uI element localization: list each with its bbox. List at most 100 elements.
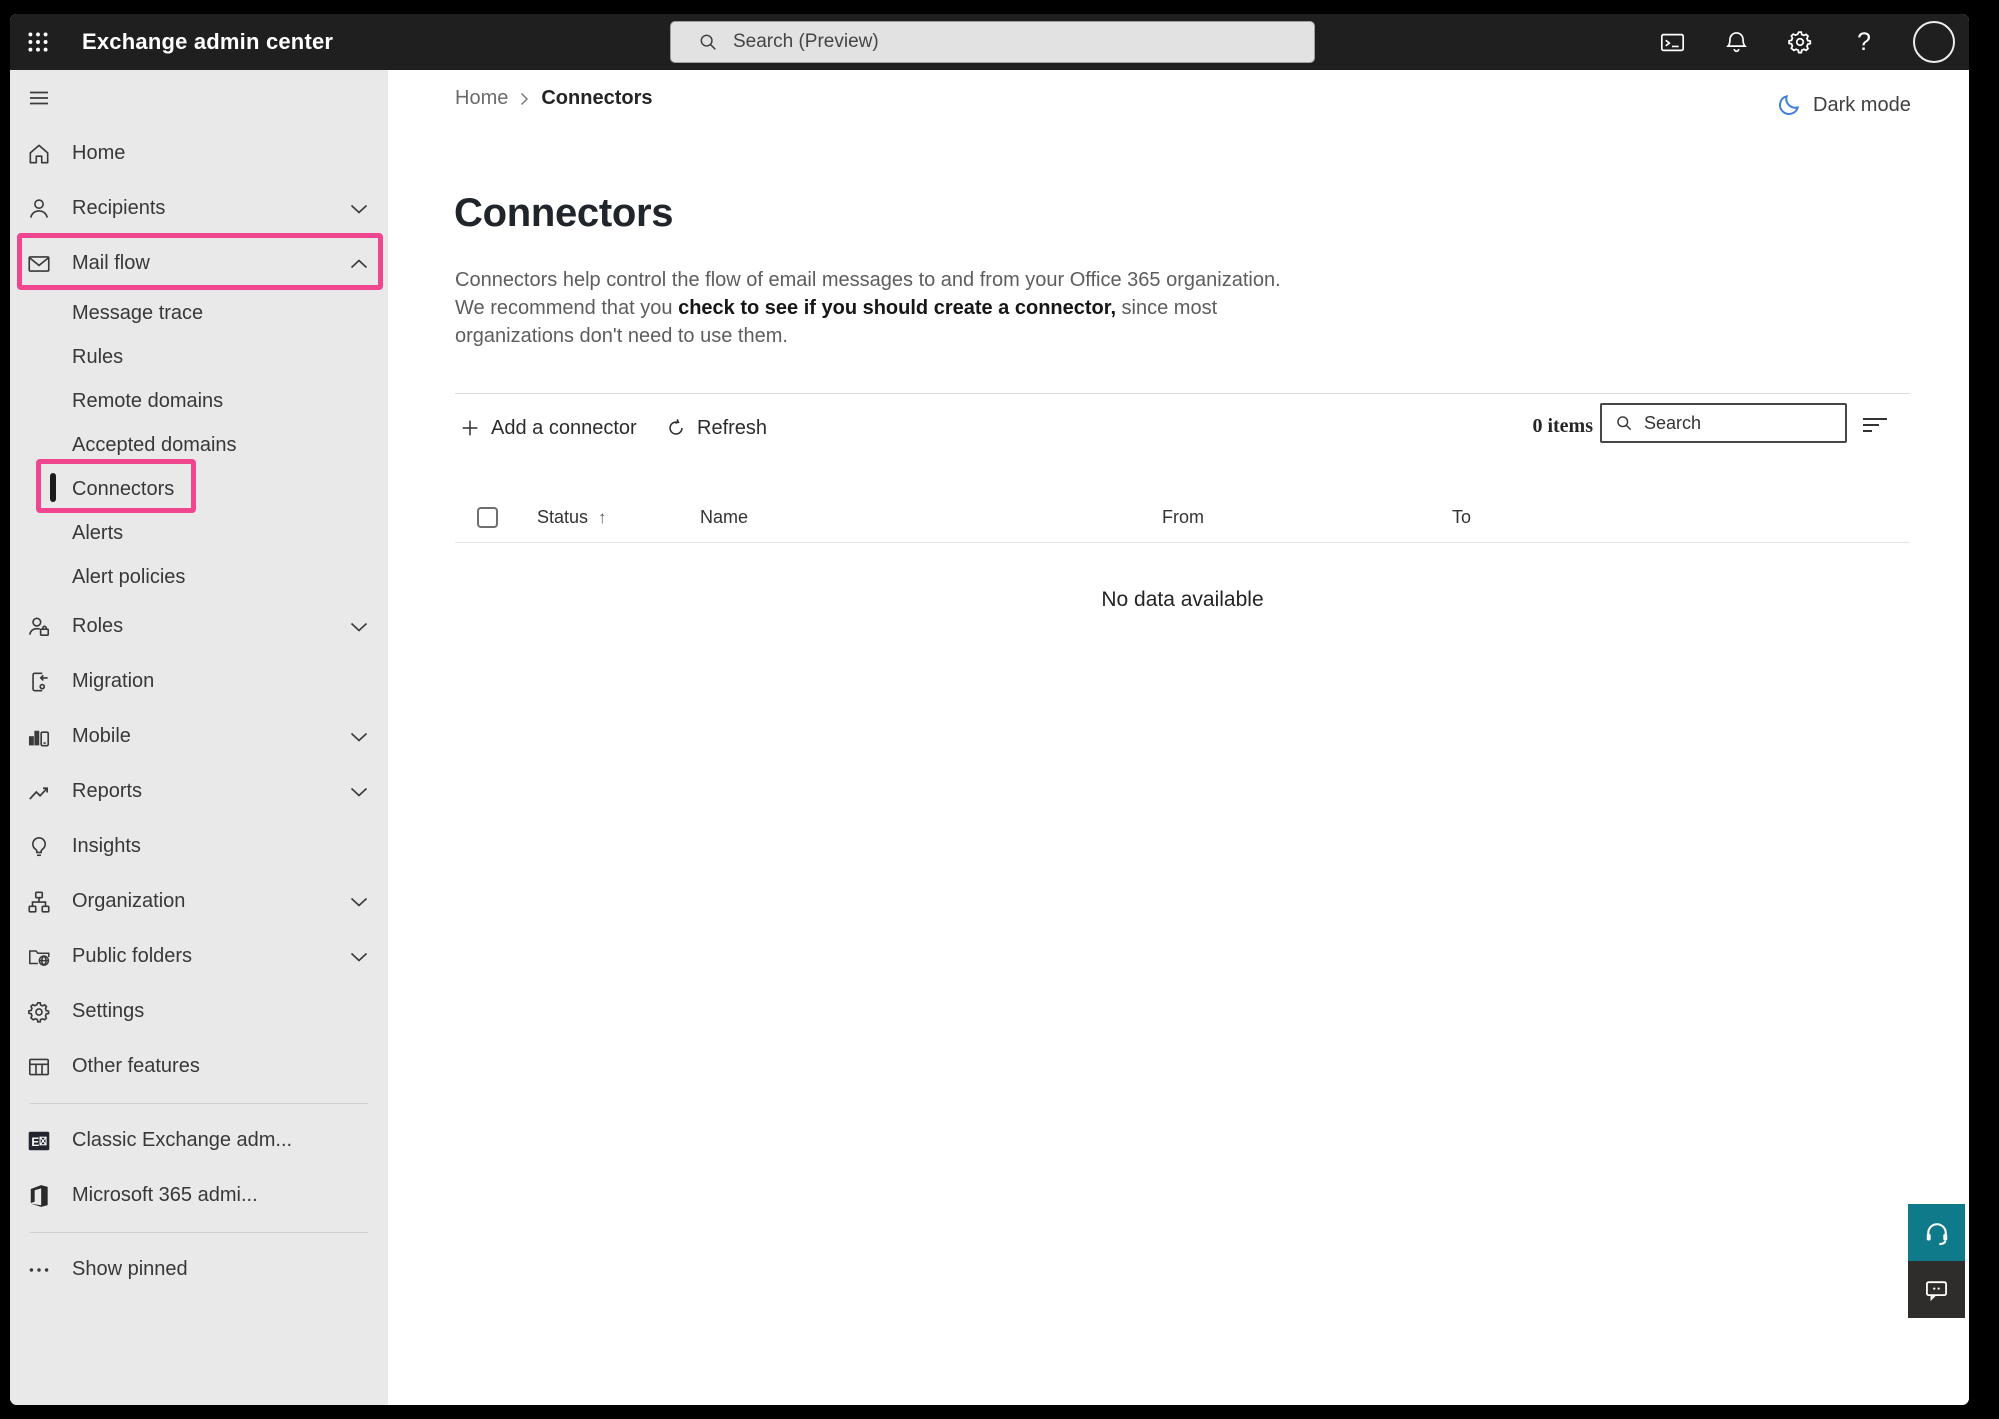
select-all-checkbox[interactable] — [477, 507, 498, 528]
sidebar-item-organization[interactable]: Organization — [10, 874, 388, 929]
waffle-icon — [25, 29, 51, 55]
chevron-down-icon — [350, 732, 368, 742]
sidebar-item-public-folders[interactable]: Public folders — [10, 929, 388, 984]
sidebar-item-classic-exchange[interactable]: E Classic Exchange adm... — [10, 1113, 388, 1168]
main-content: Home Connectors Dark mode Connectors Con… — [388, 70, 1969, 1405]
table-grid-icon — [26, 1054, 52, 1080]
sidebar-item-label: Accepted domains — [72, 434, 237, 457]
folder-globe-icon — [26, 944, 52, 970]
gear-icon — [26, 999, 52, 1025]
headset-icon — [1923, 1219, 1951, 1247]
nav-collapse-button[interactable] — [10, 70, 388, 126]
chevron-down-icon — [350, 952, 368, 962]
sidebar-item-home[interactable]: Home — [10, 126, 388, 181]
add-connector-button[interactable]: Add a connector — [459, 406, 637, 450]
chevron-down-icon — [350, 204, 368, 214]
sidebar-item-insights[interactable]: Insights — [10, 819, 388, 874]
column-label: Status — [537, 507, 588, 528]
sidebar-item-label: Recipients — [72, 197, 165, 220]
global-search-input[interactable] — [731, 30, 1304, 54]
top-bar: Exchange admin center — [10, 14, 1969, 70]
account-avatar[interactable] — [1913, 21, 1955, 63]
sidebar-item-label: Settings — [72, 1000, 144, 1023]
empty-state-message: No data available — [455, 588, 1910, 612]
dark-mode-toggle[interactable]: Dark mode — [1776, 92, 1911, 118]
sidebar-item-microsoft-365-admin[interactable]: Microsoft 365 admi... — [10, 1168, 388, 1223]
sidebar-item-label: Reports — [72, 780, 142, 803]
app-window: Exchange admin center — [10, 14, 1969, 1405]
annotation-box-connectors — [36, 459, 196, 513]
sidebar-item-settings[interactable]: Settings — [10, 984, 388, 1039]
sidebar-item-label: Mobile — [72, 725, 131, 748]
sidebar-item-rules[interactable]: Rules — [10, 335, 388, 379]
chevron-down-icon — [350, 622, 368, 632]
sidebar-item-other-features[interactable]: Other features — [10, 1039, 388, 1094]
list-search-box[interactable] — [1600, 403, 1847, 443]
sidebar-item-label: Alerts — [72, 522, 123, 545]
sidebar-item-label: Alert policies — [72, 566, 185, 589]
chevron-down-icon — [350, 897, 368, 907]
refresh-label: Refresh — [697, 417, 767, 440]
sidebar-item-alert-policies[interactable]: Alert policies — [10, 555, 388, 599]
sidebar-item-label: Home — [72, 142, 125, 165]
column-header-status[interactable]: Status ↑ — [537, 507, 607, 528]
sidebar-item-label: Microsoft 365 admi... — [72, 1184, 258, 1207]
migration-icon — [26, 669, 52, 695]
roles-icon — [26, 614, 52, 640]
help-button[interactable]: ? — [1849, 27, 1879, 57]
refresh-icon — [665, 417, 687, 439]
sidebar-item-label: Rules — [72, 346, 123, 369]
dark-mode-label: Dark mode — [1813, 94, 1911, 117]
global-search-box[interactable] — [670, 21, 1315, 63]
feedback-button[interactable] — [1908, 1261, 1965, 1318]
breadcrumb-home-link[interactable]: Home — [455, 87, 508, 110]
refresh-button[interactable]: Refresh — [665, 406, 767, 450]
svg-text:E: E — [31, 1134, 39, 1148]
filter-icon — [1861, 414, 1889, 436]
mobile-icon — [26, 724, 52, 750]
sidebar-item-message-trace[interactable]: Message trace — [10, 291, 388, 335]
sidebar-item-show-pinned[interactable]: Show pinned — [10, 1242, 388, 1297]
sidebar-item-label: Remote domains — [72, 390, 223, 413]
app-launcher-button[interactable] — [24, 28, 52, 56]
column-header-to[interactable]: To — [1452, 507, 1471, 528]
bell-icon — [1723, 29, 1750, 56]
breadcrumb-chevron-icon — [520, 92, 529, 106]
sidebar-item-label: Migration — [72, 670, 154, 693]
sidebar-item-label: Show pinned — [72, 1258, 188, 1281]
list-search-input[interactable] — [1642, 412, 1845, 435]
sidebar-item-label: Message trace — [72, 302, 203, 325]
page-title: Connectors — [454, 191, 673, 236]
table-header-divider — [455, 542, 1910, 543]
person-icon — [26, 196, 52, 222]
search-icon — [697, 31, 719, 53]
sidebar-item-roles[interactable]: Roles — [10, 599, 388, 654]
sidebar-item-alerts[interactable]: Alerts — [10, 511, 388, 555]
home-icon — [26, 141, 52, 167]
gear-icon — [1786, 28, 1814, 56]
sidebar-item-mobile[interactable]: Mobile — [10, 709, 388, 764]
notifications-button[interactable] — [1721, 27, 1751, 57]
column-header-from[interactable]: From — [1162, 507, 1204, 528]
powershell-button[interactable] — [1657, 27, 1687, 57]
moon-icon — [1776, 92, 1802, 118]
sidebar-item-migration[interactable]: Migration — [10, 654, 388, 709]
sidebar-item-recipients[interactable]: Recipients — [10, 181, 388, 236]
reports-icon — [26, 779, 52, 805]
support-button[interactable] — [1908, 1204, 1965, 1261]
column-header-name[interactable]: Name — [700, 507, 748, 528]
office-logo-icon — [26, 1183, 52, 1209]
app-title: Exchange admin center — [82, 14, 333, 70]
filter-button[interactable] — [1860, 413, 1890, 437]
settings-button[interactable] — [1785, 27, 1815, 57]
sort-ascending-icon: ↑ — [598, 508, 607, 528]
sidebar-item-reports[interactable]: Reports — [10, 764, 388, 819]
items-count: 0 items — [1483, 415, 1593, 438]
breadcrumb: Home Connectors — [455, 87, 652, 110]
sidebar-item-remote-domains[interactable]: Remote domains — [10, 379, 388, 423]
sidebar-divider — [30, 1232, 368, 1233]
page-description: Connectors help control the flow of emai… — [455, 266, 1307, 350]
description-link[interactable]: check to see if you should create a conn… — [678, 297, 1116, 319]
sidebar-item-label: Roles — [72, 615, 123, 638]
sidebar-item-label: Classic Exchange adm... — [72, 1129, 292, 1152]
